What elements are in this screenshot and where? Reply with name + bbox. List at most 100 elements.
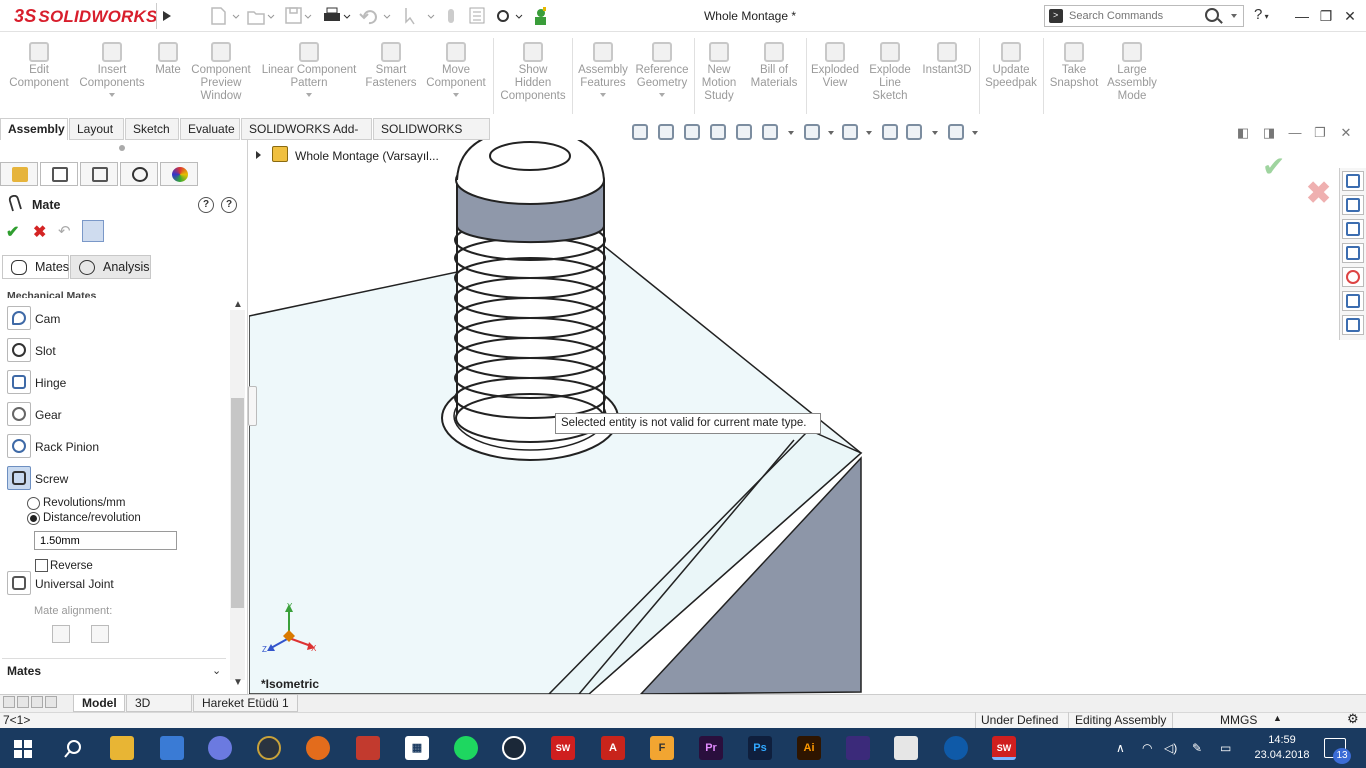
spotify-taskbar-icon[interactable] <box>454 736 478 760</box>
firefox-taskbar-icon[interactable] <box>306 736 330 760</box>
custom-properties-icon[interactable] <box>1342 291 1364 311</box>
keep-visible-pin-icon[interactable] <box>82 220 104 242</box>
expand-menu-arrow-icon[interactable] <box>156 3 176 29</box>
edit-appearance-icon[interactable] <box>882 124 898 140</box>
reference-geometry-button[interactable]: Reference Geometry <box>632 32 692 118</box>
display-style-icon[interactable] <box>804 124 820 140</box>
hide-show-dropdown-icon[interactable] <box>866 131 872 135</box>
distance-input[interactable] <box>34 531 177 550</box>
tab-evaluate[interactable]: Evaluate <box>180 118 240 140</box>
zoom-to-area-icon[interactable] <box>658 124 674 140</box>
insert-components-button[interactable]: Insert Components <box>76 32 148 118</box>
assembly-features-dropdown-icon[interactable] <box>600 93 606 97</box>
panel-scrollbar-thumb[interactable] <box>231 398 244 608</box>
solidworks-active-taskbar-icon[interactable]: SW 2017 <box>992 736 1016 768</box>
taskbar-clock[interactable]: 14:59 23.04.2018 <box>1252 733 1312 763</box>
help-icon[interactable]: ? <box>221 197 237 213</box>
apply-scene-dropdown-icon[interactable] <box>932 131 938 135</box>
display-style-dropdown-icon[interactable] <box>828 131 834 135</box>
tab-mates[interactable]: Mates <box>2 255 69 279</box>
customize-status-icon[interactable]: ⚙ <box>1347 711 1359 727</box>
tab-motion-study[interactable]: Hareket Etüdü 1 <box>193 694 298 712</box>
taskbar-search-icon[interactable] <box>64 740 82 758</box>
scroll-up-icon[interactable]: ▲ <box>233 299 243 310</box>
confirm-corner-check-icon[interactable]: ✔ <box>1262 150 1285 183</box>
chevron-down-icon[interactable]: ⌄ <box>212 664 221 677</box>
search-input[interactable] <box>1069 8 1209 24</box>
explode-line-sketch-button[interactable]: Explode Line Sketch <box>864 32 916 118</box>
minimize-icon[interactable]: — <box>1292 6 1312 26</box>
quick-access-toolbar[interactable] <box>206 5 546 27</box>
move-component-button[interactable]: Move Component <box>422 32 490 118</box>
solidworks-resources-icon[interactable] <box>1342 171 1364 191</box>
league-taskbar-icon[interactable] <box>257 736 281 760</box>
dynamic-annotation-icon[interactable] <box>736 124 752 140</box>
viewport-minimize-icon[interactable]: — <box>1287 125 1303 141</box>
mate-option-screw[interactable]: Screw <box>7 466 222 492</box>
pen-icon[interactable]: ✎ <box>1192 741 1202 755</box>
view-orientation-dropdown-icon[interactable] <box>788 131 794 135</box>
tree-root-node[interactable]: Whole Montage (Varsayıl... <box>295 149 439 163</box>
mate-option-hinge[interactable]: Hinge <box>7 370 222 396</box>
mate-option-gear[interactable]: Gear <box>7 402 222 428</box>
store-taskbar-icon[interactable] <box>160 736 184 760</box>
show-hidden-icons-icon[interactable]: ∧ <box>1116 741 1125 755</box>
search-commands-box[interactable] <box>1044 5 1244 27</box>
illustrator-taskbar-icon[interactable]: Ai <box>797 736 821 760</box>
mate-option-rack-pinion[interactable]: Rack Pinion <box>7 434 222 460</box>
steam-taskbar-icon[interactable] <box>502 736 526 760</box>
autocad-taskbar-icon[interactable]: A <box>601 736 625 760</box>
mates-group-header[interactable]: Mates <box>7 664 41 678</box>
confirm-corner-cancel-icon[interactable]: ✖ <box>1306 176 1331 211</box>
instant3d-button[interactable]: Instant3D <box>918 32 976 118</box>
mate-option-slot[interactable]: Slot <box>7 338 222 364</box>
zoom-to-fit-icon[interactable] <box>632 124 648 140</box>
tab-model[interactable]: Model <box>73 694 125 712</box>
tab-assembly[interactable]: Assembly <box>0 118 68 140</box>
restore-icon[interactable]: ❐ <box>1316 6 1336 26</box>
view-orientation-icon[interactable] <box>762 124 778 140</box>
new-motion-study-button[interactable]: New Motion Study <box>697 32 741 118</box>
file-explorer-icon[interactable] <box>1342 219 1364 239</box>
tab-3d-views[interactable]: 3D Views <box>126 694 192 726</box>
viewport-tile-left-icon[interactable]: ◧ <box>1235 125 1251 141</box>
viewport-close-icon[interactable]: ✕ <box>1338 125 1354 141</box>
previous-view-icon[interactable] <box>684 124 700 140</box>
photoshop-taskbar-icon[interactable]: Ps <box>748 736 772 760</box>
view-settings-dropdown-icon[interactable] <box>972 131 978 135</box>
insert-components-dropdown-icon[interactable] <box>109 93 115 97</box>
section-view-icon[interactable] <box>710 124 726 140</box>
tab-solidworks-mbd[interactable]: SOLIDWORKS MBD <box>373 118 490 156</box>
aligned-icon[interactable] <box>52 625 70 643</box>
search-icon[interactable] <box>1205 8 1219 22</box>
ok-check-icon[interactable]: ✔ <box>6 222 19 242</box>
last-tab-icon[interactable] <box>45 696 57 708</box>
mechanical-mates-header[interactable]: Mechanical Mates <box>7 290 96 298</box>
tab-layout[interactable]: Layout <box>69 118 124 140</box>
whats-wrong-icon[interactable]: ? <box>198 197 214 213</box>
view-settings-icon[interactable] <box>948 124 964 140</box>
revolutions-per-mm-radio[interactable] <box>27 497 40 510</box>
reference-geometry-dropdown-icon[interactable] <box>659 93 665 97</box>
smart-fasteners-button[interactable]: Smart Fasteners <box>362 32 420 118</box>
solidworks-logo[interactable]: 3S SOLIDWORKS <box>14 6 158 27</box>
keyboard-icon[interactable]: ▭ <box>1220 741 1231 755</box>
mate-option-cam[interactable]: Cam <box>7 306 222 332</box>
discord-taskbar-icon[interactable] <box>208 736 232 760</box>
appearances-icon[interactable] <box>1342 267 1364 287</box>
show-hidden-components-button[interactable]: Show Hidden Components <box>497 32 569 118</box>
calculator-taskbar-icon[interactable]: ▦ <box>405 736 429 760</box>
bill-of-materials-button[interactable]: Bill of Materials <box>745 32 803 118</box>
viewport-restore-icon[interactable]: ❐ <box>1312 125 1328 141</box>
units-caret-up-icon[interactable]: ▲ <box>1273 713 1282 723</box>
scroll-down-icon[interactable]: ▼ <box>233 677 243 688</box>
design-library-icon[interactable] <box>1342 195 1364 215</box>
fusion-taskbar-icon[interactable]: F <box>650 736 674 760</box>
file-explorer-taskbar-icon[interactable] <box>110 736 134 760</box>
after-effects-taskbar-icon[interactable] <box>846 736 870 760</box>
close-icon[interactable]: ✕ <box>1340 6 1360 26</box>
tab-solidworks-addins[interactable]: SOLIDWORKS Add-Ins <box>241 118 372 156</box>
anti-aligned-icon[interactable] <box>91 625 109 643</box>
mate-option-universal-joint[interactable]: Universal Joint <box>7 571 222 597</box>
display-manager-tab[interactable] <box>160 162 198 186</box>
